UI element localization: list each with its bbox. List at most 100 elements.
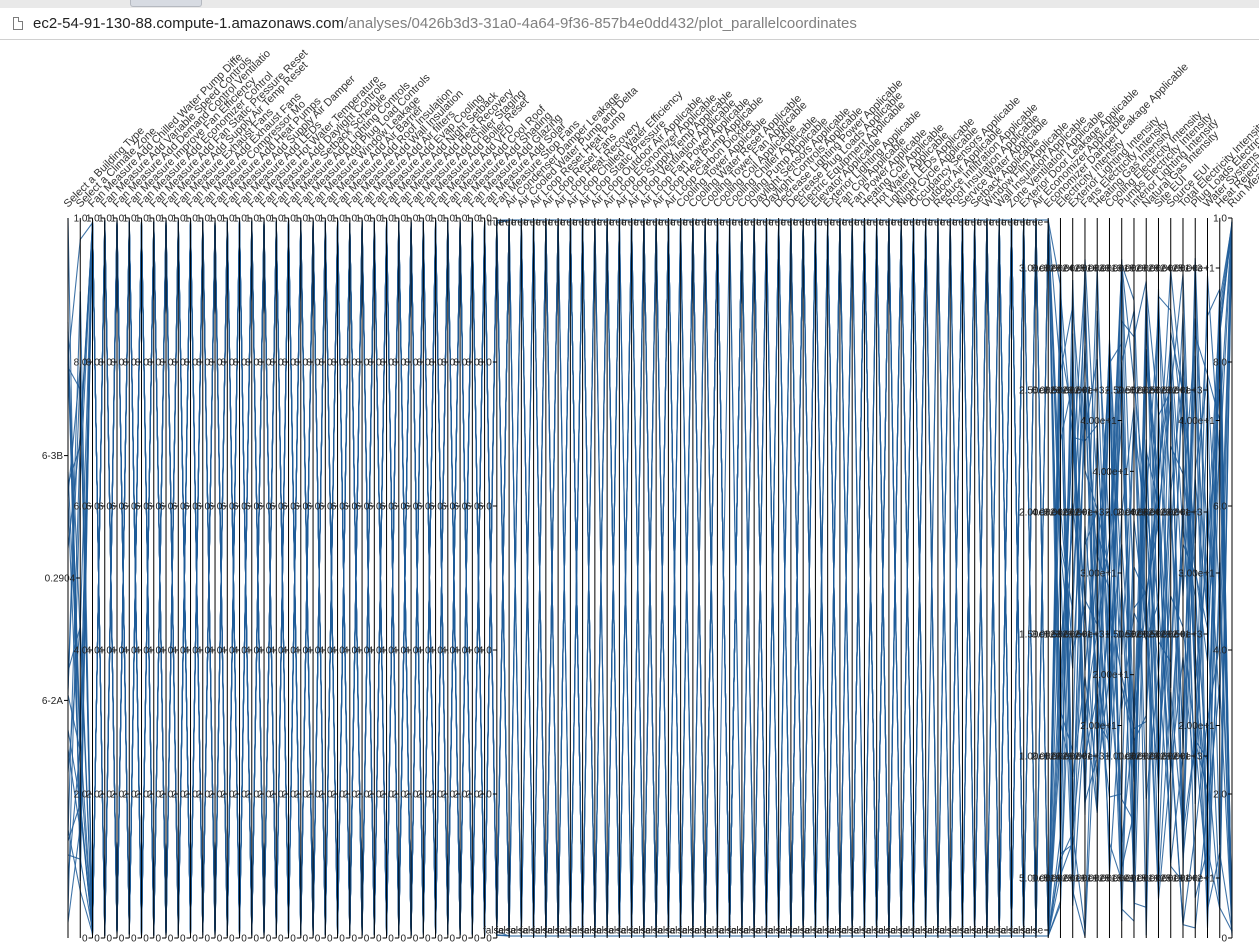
axis: 02.04.06.08.01.0: [270, 214, 290, 945]
tick-label: 0: [253, 934, 259, 945]
tick-label: 4.00e+1: [1093, 467, 1130, 478]
tick-label: 1.50e+3: [1068, 630, 1105, 641]
tick-label: 0: [462, 934, 468, 945]
tick-label: 3.00e+1: [1178, 569, 1215, 580]
tick-label: 6-3B: [42, 451, 63, 462]
tick-label: 0: [425, 934, 431, 945]
tick-label: 1.00e+3: [1166, 752, 1203, 763]
axis: 02.04.06.08.01.0: [478, 214, 498, 945]
axis: 02.04.06.08.01.0: [257, 214, 277, 945]
tick-label: 5.00e+1: [1178, 264, 1215, 275]
axis: 02.04.06.08.01.0: [368, 214, 388, 945]
tick-label: 0: [376, 934, 382, 945]
address-bar[interactable]: ec2-54-91-130-88.compute-1.amazonaws.com…: [0, 8, 1259, 40]
tick-label: 4.0: [1213, 646, 1227, 657]
axis: 02.04.06.08.01.0: [282, 214, 302, 945]
tick-label: 0: [437, 934, 443, 945]
url-path: /analyses/0426b3d3-31a0-4a64-9f36-857b4e…: [344, 15, 857, 32]
tick-label: 0: [302, 934, 308, 945]
tick-label: true: [1026, 218, 1044, 229]
tick-label: 0: [217, 934, 223, 945]
axis: 02.04.06.08.01.0: [110, 214, 130, 945]
axis: 02.04.06.08.01.0: [172, 214, 192, 945]
tick-label: 0: [327, 934, 333, 945]
tick-label: false: [1022, 926, 1044, 937]
tick-label: 2.00e+1: [1093, 670, 1130, 681]
tick-label: 0: [180, 934, 186, 945]
axis: 02.04.06.08.01.0: [355, 214, 375, 945]
tick-label: 8.0: [478, 358, 492, 369]
axis: 02.04.06.08.01.0: [441, 214, 461, 945]
tick-label: 1.50e+3: [1166, 630, 1203, 641]
axis: 02.04.06.08.01.0: [453, 214, 473, 945]
data-lines: [67, 217, 1233, 937]
axis: 02.04.06.08.01.0: [123, 214, 143, 945]
tick-label: 2.00e+1: [1080, 721, 1117, 732]
page-icon: [13, 17, 23, 30]
tick-label: 0: [364, 934, 370, 945]
axis: 02.04.06.08.01.0: [208, 214, 228, 945]
axis: 02.04.06.08.01.0: [245, 214, 265, 945]
axis: 02.04.06.08.01.0: [196, 214, 216, 945]
parallel-coordinates-plot: 6-2A6-3BSelect a Building Type0.2904Sele…: [42, 47, 1259, 945]
browser-tab[interactable]: [130, 0, 202, 7]
tick-label: 2.00e+3: [1068, 508, 1105, 519]
tick-label: 0: [339, 934, 345, 945]
tick-label: 0: [192, 934, 198, 945]
tick-label: 1.00e+1: [1178, 874, 1215, 885]
tick-label: 2.00e+1: [1178, 721, 1215, 732]
axis: 02.04.06.08.01.0: [331, 214, 351, 945]
axis: 02.04.06.08.01.0: [466, 214, 486, 945]
tick-label: 3.00e+3: [1166, 386, 1203, 397]
axis: 02.04.06.08.01.0: [429, 214, 449, 945]
tick-label: 3.00e+1: [1080, 569, 1117, 580]
tick-label: 2.0: [478, 790, 492, 801]
tick-label: 0: [143, 934, 149, 945]
tick-label: 0: [241, 934, 247, 945]
tick-label: 4.0: [478, 646, 492, 657]
tick-label: 0: [204, 934, 210, 945]
url-text[interactable]: ec2-54-91-130-88.compute-1.amazonaws.com…: [33, 15, 857, 32]
axis: 02.04.06.08.01.0: [417, 214, 437, 945]
tick-label: 0: [94, 934, 100, 945]
tick-label: 4.00e+1: [1080, 416, 1117, 427]
tick-label: 0: [131, 934, 137, 945]
tick-label: 0: [352, 934, 358, 945]
tick-label: 2.00e+3: [1166, 508, 1203, 519]
browser-chrome: [0, 0, 1259, 8]
tick-label: 6.0: [1213, 502, 1227, 513]
axis: 02.04.06.08.01.0: [147, 214, 167, 945]
tick-label: 1.00e+3: [1068, 752, 1105, 763]
tick-label: 0.2904: [45, 574, 76, 585]
tick-label: 0: [82, 934, 88, 945]
tick-label: 0: [401, 934, 407, 945]
axis: 02.04.06.08.01.0: [319, 214, 339, 945]
axis: 02.04.06.08.01.0: [392, 214, 412, 945]
axis: 02.04.06.08.01.0: [294, 214, 314, 945]
tick-label: 8.0: [1213, 358, 1227, 369]
tick-label: 4.00e+1: [1178, 416, 1215, 427]
axis: 02.04.06.08.01.0: [233, 214, 253, 945]
url-host: ec2-54-91-130-88.compute-1.amazonaws.com: [33, 15, 344, 32]
tick-label: 0: [155, 934, 161, 945]
tick-label: 0: [266, 934, 272, 945]
axis: 0.2904: [45, 218, 81, 938]
tick-label: 0: [290, 934, 296, 945]
axis: 02.04.06.08.01.0: [306, 214, 326, 945]
tick-label: 0: [388, 934, 394, 945]
axis: 02.04.06.08.01.0: [221, 214, 241, 945]
tick-label: 6.0: [478, 502, 492, 513]
tick-label: 0: [1221, 934, 1227, 945]
axis: 02.04.06.08.01.0: [98, 214, 118, 945]
tick-label: 0: [315, 934, 321, 945]
tick-label: 0: [106, 934, 112, 945]
tick-label: 0: [413, 934, 419, 945]
tick-label: 0: [229, 934, 235, 945]
tick-label: 3.00e+3: [1068, 386, 1105, 397]
tick-label: 0: [168, 934, 174, 945]
tick-label: 1.0: [1213, 214, 1227, 225]
axis: 02.04.06.08.01.0: [404, 214, 424, 945]
axis: 02.04.06.08.01.0: [135, 214, 155, 945]
tick-label: 0: [450, 934, 456, 945]
tick-label: 0: [278, 934, 284, 945]
